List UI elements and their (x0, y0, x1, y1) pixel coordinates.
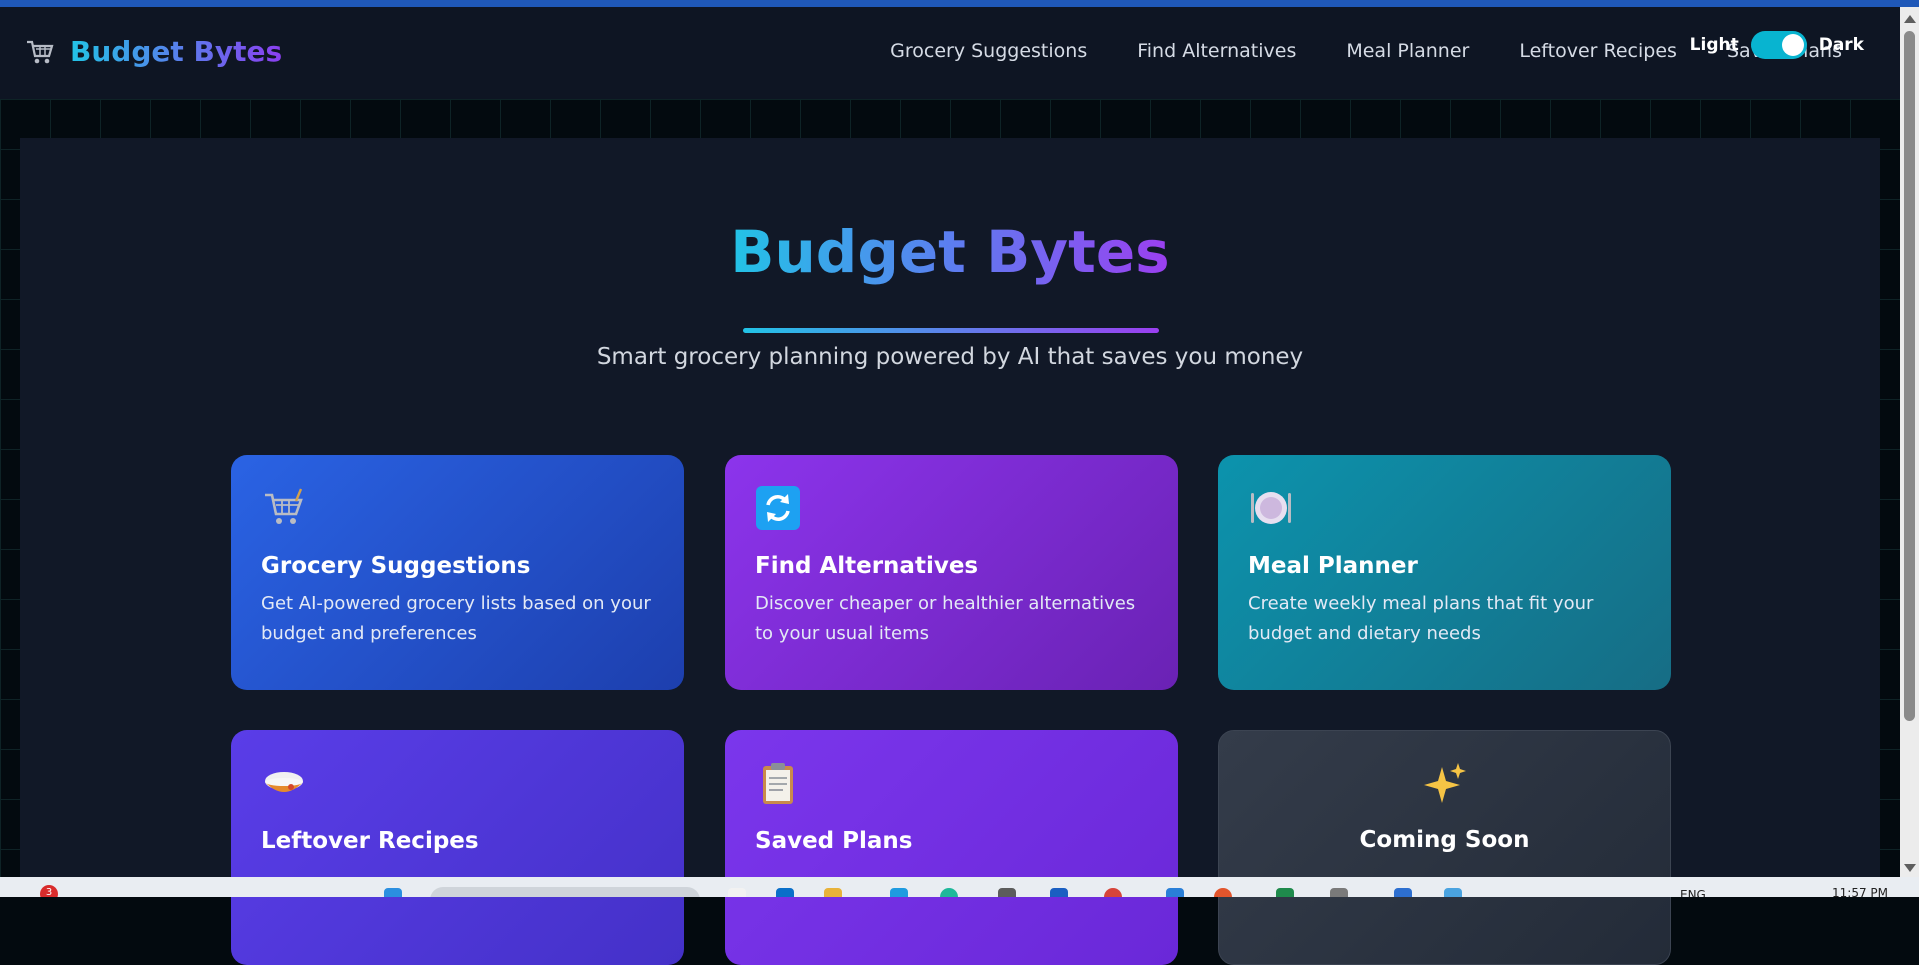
nav-meal-planner[interactable]: Meal Planner (1346, 40, 1469, 62)
card-find-alternatives[interactable]: Find Alternatives Discover cheaper or he… (725, 455, 1178, 690)
card-coming-soon: Coming Soon (1218, 730, 1671, 965)
card-title: Leftover Recipes (261, 828, 479, 854)
card-description: Get AI-powered grocery lists based on yo… (261, 593, 651, 644)
clock[interactable]: 11:57 PM (1832, 886, 1888, 897)
refresh-icon (756, 486, 800, 530)
window-top-strip (0, 0, 1919, 7)
card-grocery-suggestions[interactable]: Grocery Suggestions Get AI-powered groce… (231, 455, 684, 690)
theme-light-label: Light (1689, 35, 1739, 55)
taskbar-app-icon[interactable] (998, 888, 1016, 897)
nav-find-alternatives[interactable]: Find Alternatives (1137, 40, 1296, 62)
card-leftover-recipes[interactable]: Leftover Recipes (231, 730, 684, 965)
brand[interactable]: Budget Bytes (24, 35, 282, 68)
taskbar-app-icon[interactable] (1276, 888, 1294, 897)
language-indicator[interactable]: ENG (1680, 888, 1706, 897)
nav-leftover-recipes[interactable]: Leftover Recipes (1519, 40, 1677, 62)
hero-subtitle: Smart grocery planning powered by AI tha… (596, 344, 1304, 370)
hero-underline (743, 328, 1159, 333)
sparkles-icon (1423, 763, 1466, 803)
windows-start-icon[interactable] (384, 888, 402, 897)
taskbar-app-icon[interactable] (728, 888, 746, 897)
hero-title: Budget Bytes (20, 217, 1880, 287)
main-panel: Budget Bytes Smart grocery planning powe… (20, 138, 1880, 965)
notification-badge[interactable]: 3 (40, 885, 58, 897)
folder-icon[interactable] (824, 888, 842, 897)
taskbar-app-icon[interactable] (1050, 888, 1068, 897)
theme-toggle[interactable]: Light Dark (1690, 31, 1864, 59)
card-title: Find Alternatives (755, 553, 979, 579)
clipboard-icon (763, 763, 793, 804)
food-bowl-icon (265, 772, 303, 792)
theme-switch-knob (1781, 34, 1804, 56)
card-saved-plans[interactable]: Saved Plans (725, 730, 1178, 965)
taskbar-app-icon[interactable] (1330, 888, 1348, 897)
card-title: Grocery Suggestions (261, 553, 531, 579)
card-title: Saved Plans (755, 828, 913, 854)
taskbar-app-icon[interactable] (776, 888, 794, 897)
chrome-icon[interactable] (1104, 888, 1122, 897)
taskbar-app-icon[interactable] (890, 888, 908, 897)
vertical-scrollbar[interactable] (1900, 7, 1919, 877)
card-title: Meal Planner (1248, 553, 1418, 579)
theme-switch[interactable] (1750, 31, 1807, 59)
taskbar-app-icon[interactable] (1214, 888, 1232, 897)
navbar: Budget Bytes Grocery Suggestions Find Al… (0, 7, 1900, 100)
taskbar-search[interactable] (430, 887, 700, 897)
card-title: Coming Soon (1359, 827, 1530, 853)
brand-name: Budget Bytes (70, 35, 283, 68)
shopping-cart-icon (27, 40, 54, 63)
nav-grocery-suggestions[interactable]: Grocery Suggestions (890, 40, 1087, 62)
taskbar-app-icon[interactable] (1444, 888, 1462, 897)
scroll-up-arrow-icon[interactable] (1904, 15, 1916, 23)
shopping-cart-icon (265, 488, 303, 524)
theme-dark-label: Dark (1818, 35, 1864, 55)
card-meal-planner[interactable]: Meal Planner Create weekly meal plans th… (1218, 455, 1671, 690)
hero-title-text: Budget Bytes (730, 218, 1170, 286)
card-description: Discover cheaper or healthier alternativ… (755, 593, 1136, 644)
scroll-thumb[interactable] (1904, 31, 1915, 721)
taskbar-app-icon[interactable] (1394, 888, 1412, 897)
taskbar-app-icon[interactable] (940, 888, 958, 897)
os-taskbar: 3 ENG 11:57 PM (0, 877, 1919, 897)
plate-cutlery-icon (1251, 492, 1291, 524)
card-description: Create weekly meal plans that fit your b… (1248, 593, 1594, 644)
taskbar-app-icon[interactable] (1166, 888, 1184, 897)
scroll-down-arrow-icon[interactable] (1904, 864, 1916, 872)
